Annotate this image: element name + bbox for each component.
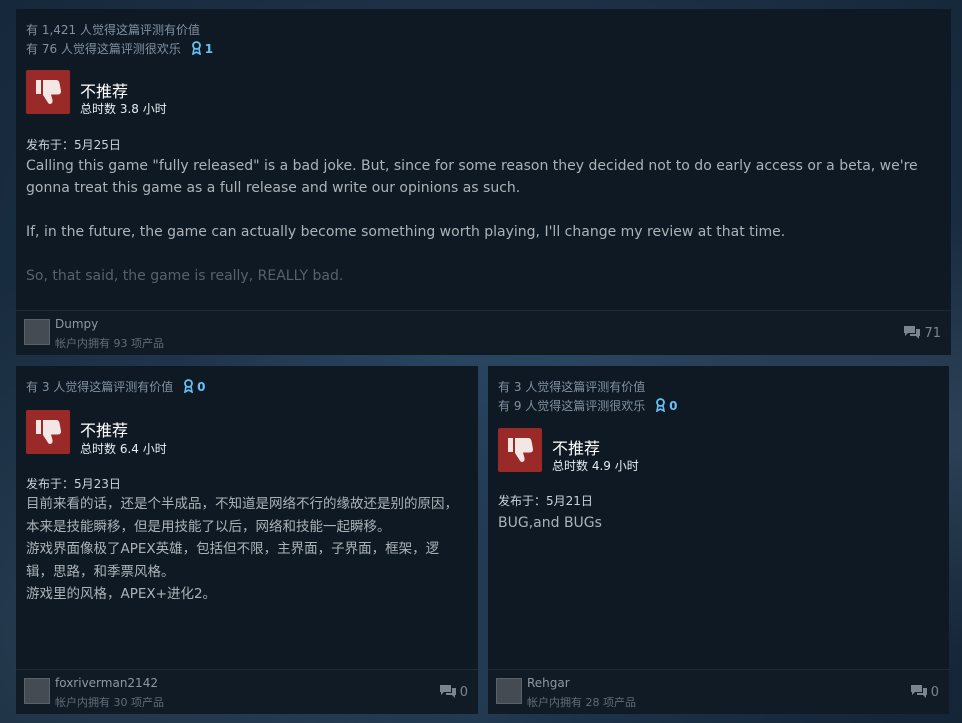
award-count: 0 bbox=[669, 399, 678, 413]
review-paragraph: 目前来看的话，还是个半成品，不知道是网络不行的缘故还是别的原因，本来是技能瞬移，… bbox=[26, 496, 458, 535]
comment-count[interactable]: 0 bbox=[439, 683, 468, 700]
review-verdict[interactable]: 不推荐 bbox=[80, 78, 128, 102]
helpful-count: 有 3 人觉得这篇评测有价值 0 bbox=[26, 378, 205, 395]
comment-bubble-icon bbox=[904, 326, 921, 339]
playtime-hours: 总时数 4.9 小时 bbox=[552, 459, 639, 473]
avatar[interactable] bbox=[496, 678, 522, 704]
review-footer: foxriverman2142 帐户内拥有 30 项产品 0 bbox=[16, 669, 478, 714]
thumbs-down-icon[interactable] bbox=[26, 410, 70, 454]
review-verdict[interactable]: 不推荐 bbox=[552, 435, 600, 459]
username[interactable]: Rehgar bbox=[527, 676, 570, 690]
award-badge[interactable]: 1 bbox=[191, 41, 214, 56]
funny-count: 有 76 人觉得这篇评测很欢乐 1 bbox=[26, 40, 213, 57]
thumbs-down-icon[interactable] bbox=[498, 428, 542, 472]
review-card: 有 3 人觉得这篇评测有价值 有 9 人觉得这篇评测很欢乐 0 不推荐 总时数 … bbox=[488, 366, 949, 714]
funny-count-text: 有 76 人觉得这篇评测很欢乐 bbox=[26, 42, 181, 56]
products-owned: 帐户内拥有 93 项产品 bbox=[55, 337, 164, 350]
review-body: 目前来看的话，还是个半成品，不知道是网络不行的缘故还是别的原因，本来是技能瞬移，… bbox=[26, 493, 466, 606]
funny-count-text: 有 9 人觉得这篇评测很欢乐 bbox=[498, 399, 646, 413]
review-footer: Rehgar 帐户内拥有 28 项产品 0 bbox=[488, 669, 949, 714]
review-paragraph: Calling this game "fully released" is a … bbox=[26, 158, 918, 196]
award-ribbon-icon bbox=[183, 379, 194, 394]
helpful-count-text: 有 3 人觉得这篇评测有价值 bbox=[26, 380, 174, 394]
comment-count-text: 0 bbox=[930, 685, 939, 700]
avatar[interactable] bbox=[24, 678, 50, 704]
review-card: 有 3 人觉得这篇评测有价值 0 不推荐 总时数 6.4 小时 发布于：5月23… bbox=[16, 366, 478, 714]
playtime-hours: 总时数 6.4 小时 bbox=[80, 442, 167, 456]
award-badge[interactable]: 0 bbox=[183, 379, 206, 394]
comment-count-text: 0 bbox=[459, 685, 468, 700]
comment-bubble-icon bbox=[910, 685, 927, 698]
posted-date: 发布于：5月25日 bbox=[26, 138, 121, 152]
comment-count-text: 71 bbox=[924, 326, 941, 341]
award-badge[interactable]: 0 bbox=[655, 398, 678, 413]
award-count: 0 bbox=[197, 380, 206, 394]
username[interactable]: Dumpy bbox=[55, 317, 98, 331]
review-card: 有 1,421 人觉得这篇评测有价值 有 76 人觉得这篇评测很欢乐 1 不推荐… bbox=[16, 9, 951, 355]
avatar[interactable] bbox=[24, 319, 50, 345]
comment-count[interactable]: 71 bbox=[903, 324, 941, 341]
comment-count[interactable]: 0 bbox=[910, 683, 939, 700]
thumbs-down-icon[interactable] bbox=[26, 70, 70, 114]
review-verdict[interactable]: 不推荐 bbox=[80, 417, 128, 441]
comment-bubble-icon bbox=[439, 685, 456, 698]
review-paragraph-faded: So, that said, the game is really, REALL… bbox=[26, 268, 344, 284]
products-owned: 帐户内拥有 28 项产品 bbox=[527, 696, 636, 709]
award-count: 1 bbox=[204, 42, 214, 56]
playtime-hours: 总时数 3.8 小时 bbox=[80, 102, 167, 116]
award-ribbon-icon bbox=[655, 398, 666, 413]
review-paragraph: 游戏界面像极了APEX英雄，包括但不限，主界面，子界面，框架，逻辑，思路，和季票… bbox=[26, 541, 440, 580]
review-paragraph: If, in the future, the game can actually… bbox=[26, 224, 786, 240]
review-footer: Dumpy 帐户内拥有 93 项产品 71 bbox=[16, 310, 951, 355]
funny-count: 有 9 人觉得这篇评测很欢乐 0 bbox=[498, 397, 677, 414]
posted-date: 发布于：5月23日 bbox=[26, 477, 121, 491]
review-paragraph: 游戏里的风格，APEX+进化2。 bbox=[26, 586, 217, 602]
username[interactable]: foxriverman2142 bbox=[55, 676, 158, 690]
posted-date: 发布于：5月21日 bbox=[498, 494, 593, 508]
review-body: BUG,and BUGs bbox=[498, 512, 938, 534]
review-paragraph: BUG,and BUGs bbox=[498, 515, 602, 531]
review-body: Calling this game "fully released" is a … bbox=[26, 155, 941, 287]
award-ribbon-icon bbox=[191, 41, 201, 56]
helpful-count: 有 3 人觉得这篇评测有价值 bbox=[498, 380, 646, 394]
helpful-count: 有 1,421 人觉得这篇评测有价值 bbox=[26, 23, 200, 37]
products-owned: 帐户内拥有 30 项产品 bbox=[55, 696, 164, 709]
